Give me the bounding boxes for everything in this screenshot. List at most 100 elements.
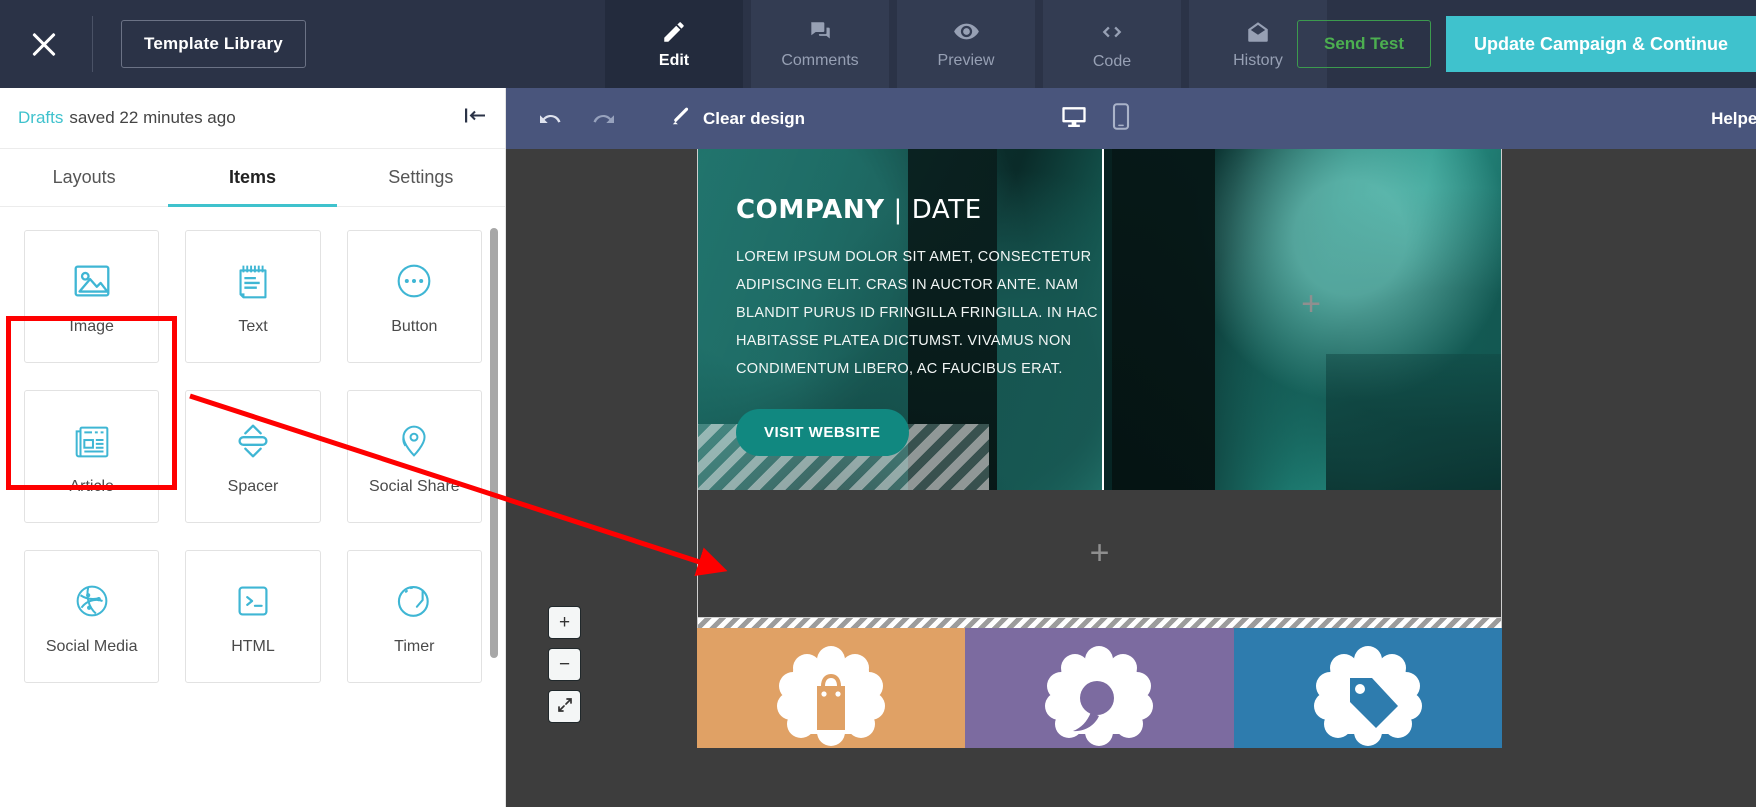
drafts-link[interactable]: Drafts (18, 108, 63, 128)
comments-icon (807, 19, 833, 45)
tab-label: Comments (781, 51, 859, 69)
item-label: Social Share (368, 477, 460, 495)
hero-section[interactable]: COMPANY | DATE LOREM IPSUM DOLOR SIT AME… (697, 149, 1502, 490)
visit-website-button[interactable]: VISIT WEBSITE (736, 409, 909, 456)
tab-comments[interactable]: Comments (751, 0, 889, 88)
mobile-icon[interactable] (1111, 102, 1131, 135)
hero-paragraph-line: LOREM IPSUM DOLOR SIT AMET, CONSECTETUR (736, 249, 1092, 265)
device-preview-toggles (1059, 102, 1131, 135)
tab-items[interactable]: Items (168, 149, 337, 207)
eraser-icon (670, 105, 692, 132)
item-html[interactable]: HTML (185, 550, 321, 683)
add-content-marker[interactable]: + (1090, 534, 1110, 573)
item-label: Timer (394, 637, 435, 655)
envelope-icon (1245, 19, 1271, 45)
hero-title-date: DATE (911, 195, 982, 225)
items-list: Image Text Button Article Spacer Social … (0, 208, 505, 807)
hero-content: COMPANY | DATE LOREM IPSUM DOLOR SIT AME… (698, 149, 1102, 456)
item-social-media[interactable]: Social Media (24, 550, 160, 683)
canvas-toolbar: Clear design Helper (506, 88, 1756, 149)
tab-label: Code (1092, 52, 1132, 70)
button-ellipsis-icon (391, 258, 437, 304)
undo-icon[interactable] (536, 107, 564, 131)
close-button[interactable] (0, 0, 88, 88)
tab-preview[interactable]: Preview (897, 0, 1035, 88)
html-terminal-icon (230, 578, 276, 624)
tile-shopping-bag[interactable] (697, 628, 966, 748)
hero-title-company: COMPANY (736, 195, 885, 225)
row-divider-hatch (697, 618, 1502, 628)
close-icon (29, 29, 59, 59)
top-bar-divider (92, 16, 93, 72)
item-article[interactable]: Article (24, 390, 160, 523)
item-social-share[interactable]: Social Share (346, 390, 482, 523)
spacer-arrows-icon (230, 418, 276, 464)
hero-title: COMPANY | DATE (736, 195, 1102, 225)
empty-content-row[interactable]: + (697, 490, 1502, 618)
tab-edit[interactable]: Edit (605, 0, 743, 88)
item-button[interactable]: Button (346, 230, 482, 363)
desktop-icon[interactable] (1059, 102, 1089, 135)
hero-right-column[interactable]: + (1102, 149, 1501, 490)
tab-layouts[interactable]: Layouts (0, 149, 168, 206)
hero-left-column[interactable]: COMPANY | DATE LOREM IPSUM DOLOR SIT AME… (698, 149, 1102, 490)
item-label: Article (69, 477, 114, 495)
panel-tabs: Layouts Items Settings (0, 149, 505, 207)
clear-design-button[interactable]: Clear design (670, 105, 805, 132)
code-icon (1098, 18, 1126, 46)
zoom-out-button[interactable]: − (548, 648, 581, 681)
top-bar: Template Library Edit Comments Preview C… (0, 0, 1756, 88)
redo-icon[interactable] (590, 107, 618, 131)
text-notepad-icon (230, 258, 276, 304)
tile-speech-bubble[interactable] (965, 628, 1234, 748)
icon-tiles-row[interactable] (697, 628, 1502, 748)
item-label: Spacer (227, 477, 279, 495)
canvas-area: Clear design Helper COMPANY | (506, 88, 1756, 807)
fit-screen-button[interactable] (548, 690, 581, 723)
template-library-button[interactable]: Template Library (121, 20, 306, 68)
hero-paragraph-line: BLANDIT PURUS ID FRINGILLA FRINGILLA. IN… (736, 305, 1098, 321)
pencil-icon (661, 19, 687, 45)
panel-scrollbar[interactable] (490, 228, 498, 658)
hero-paragraph-line: ADIPISCING ELIT. CRAS IN AUCTOR ANTE. NA… (736, 277, 1079, 293)
item-label: HTML (231, 637, 275, 655)
item-label: Social Media (45, 637, 138, 655)
item-text[interactable]: Text (185, 230, 321, 363)
eye-icon (953, 18, 980, 45)
email-preview: COMPANY | DATE LOREM IPSUM DOLOR SIT AME… (506, 149, 1756, 807)
email-builder-app: Template Library Edit Comments Preview C… (0, 0, 1756, 807)
item-label: Image (69, 317, 114, 335)
tab-settings[interactable]: Settings (337, 149, 505, 206)
collapse-panel-icon[interactable] (465, 108, 487, 129)
helper-link[interactable]: Helper (1711, 109, 1756, 129)
zoom-in-button[interactable]: + (548, 606, 581, 639)
draft-status-bar: Drafts saved 22 minutes ago (0, 88, 505, 149)
price-tag-badge-icon (1308, 644, 1428, 748)
tab-label: Edit (658, 51, 690, 69)
tab-label: Preview (937, 52, 995, 69)
draft-saved-text: saved 22 minutes ago (69, 108, 236, 127)
update-campaign-button[interactable]: Update Campaign & Continue (1445, 16, 1756, 72)
top-bar-actions: Send Test Update Campaign & Continue (1297, 0, 1756, 88)
tile-price-tag[interactable] (1233, 628, 1502, 748)
item-timer[interactable]: Timer (346, 550, 482, 683)
article-newspaper-icon (69, 418, 115, 464)
hero-paragraph-line: HABITASSE PLATEA DICTUMST. VIVAMUS NON (736, 333, 1072, 349)
top-nav-tabs: Edit Comments Preview Code History (605, 0, 1327, 88)
item-image[interactable]: Image (24, 230, 160, 363)
clear-design-label: Clear design (703, 108, 806, 128)
send-test-button[interactable]: Send Test (1297, 20, 1431, 68)
tab-label: History (1233, 51, 1283, 69)
fit-screen-icon (556, 696, 574, 718)
items-grid: Image Text Button Article Spacer Social … (24, 230, 482, 683)
item-label: Button (391, 317, 438, 335)
email-body: COMPANY | DATE LOREM IPSUM DOLOR SIT AME… (697, 149, 1502, 748)
shopping-bag-badge-icon (771, 644, 891, 748)
zoom-controls: + − (548, 606, 581, 723)
tab-code[interactable]: Code (1043, 0, 1181, 88)
item-spacer[interactable]: Spacer (185, 390, 321, 523)
timer-gauge-icon (391, 578, 437, 624)
hero-paragraph: LOREM IPSUM DOLOR SIT AMET, CONSECTETUR … (736, 243, 1102, 383)
left-panel: Drafts saved 22 minutes ago Layouts Item… (0, 88, 506, 807)
add-content-marker[interactable]: + (1301, 287, 1321, 321)
